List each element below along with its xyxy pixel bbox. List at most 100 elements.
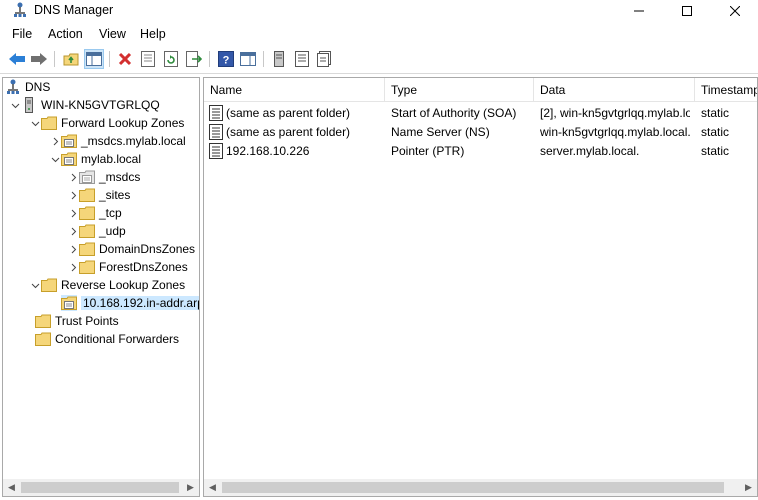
record-name: (same as parent folder) xyxy=(226,124,351,139)
tree-item-forward-lookup-zones[interactable]: Forward Lookup Zones xyxy=(29,114,184,132)
console-tree: DNS WIN-KN5GVTGRLQQ Forward Lookup Zones… xyxy=(2,77,200,497)
folder-icon xyxy=(79,205,95,221)
record-timestamp: static xyxy=(701,124,730,139)
up-folder-icon[interactable] xyxy=(61,49,81,69)
chevron-right-icon[interactable] xyxy=(67,186,79,204)
chevron-right-icon[interactable] xyxy=(67,204,79,222)
chevron-right-icon[interactable] xyxy=(49,132,61,150)
export-list-icon[interactable] xyxy=(184,49,204,69)
tree-label: _tcp xyxy=(99,206,122,220)
tree-label: ForestDnsZones xyxy=(99,260,188,274)
menu-file[interactable]: File xyxy=(12,27,32,41)
tree-item-mylab-local[interactable]: mylab.local xyxy=(49,150,141,168)
table-row[interactable]: (same as parent folder) Name Server (NS)… xyxy=(204,122,757,141)
tree-item-udp[interactable]: _udp xyxy=(67,222,126,240)
tree-item-tcp[interactable]: _tcp xyxy=(67,204,122,222)
column-header-type[interactable]: Type xyxy=(385,78,534,102)
record-timestamp: static xyxy=(701,105,730,120)
scrollbar-thumb[interactable] xyxy=(222,482,724,493)
tree-item-reverse-zone[interactable]: 10.168.192.in-addr.arpa xyxy=(49,294,199,312)
chevron-right-icon[interactable] xyxy=(67,222,79,240)
record-type: Name Server (NS) xyxy=(391,124,490,139)
chevron-right-icon[interactable] xyxy=(67,240,79,258)
tree-label: DNS xyxy=(25,80,51,94)
scroll-left-icon[interactable]: ◀ xyxy=(3,479,20,496)
menu-bar: File Action View Help xyxy=(0,24,758,44)
menu-action[interactable]: Action xyxy=(48,27,83,41)
chevron-down-icon[interactable] xyxy=(29,114,41,132)
toolbar: ? xyxy=(0,46,758,74)
chevron-right-icon[interactable] xyxy=(67,258,79,276)
chevron-down-icon[interactable] xyxy=(29,276,41,294)
refresh-icon[interactable] xyxy=(161,49,181,69)
menu-view[interactable]: View xyxy=(99,27,126,41)
record-icon xyxy=(208,142,224,159)
tree-label: _sites xyxy=(99,188,131,202)
new-alias-icon[interactable] xyxy=(292,49,312,69)
tree-item-server[interactable]: WIN-KN5GVTGRLQQ xyxy=(9,96,160,114)
forward-icon[interactable] xyxy=(29,49,49,69)
table-row[interactable]: 192.168.10.226 Pointer (PTR) server.myla… xyxy=(204,141,757,160)
column-header-timestamp[interactable]: Timestamp xyxy=(695,78,757,102)
chevron-right-icon[interactable] xyxy=(67,168,79,186)
tree-label: _msdcs.mylab.local xyxy=(81,134,186,148)
chevron-down-icon[interactable] xyxy=(9,96,21,114)
folder-icon xyxy=(79,223,95,239)
delegated-folder-icon xyxy=(79,169,95,185)
tree-item-msdcs-zone[interactable]: _msdcs.mylab.local xyxy=(49,132,186,150)
new-host-icon[interactable] xyxy=(269,49,289,69)
tree-horizontal-scrollbar[interactable]: ◀ ▶ xyxy=(3,479,199,496)
scroll-left-icon[interactable]: ◀ xyxy=(204,479,221,496)
folder-icon xyxy=(41,277,57,293)
action-pane-icon[interactable] xyxy=(238,49,258,69)
tree-label: WIN-KN5GVTGRLQQ xyxy=(41,98,160,112)
zone-icon xyxy=(61,151,77,167)
dns-manager-icon xyxy=(13,2,27,18)
list-horizontal-scrollbar[interactable]: ◀ ▶ xyxy=(204,479,757,496)
tree-label: mylab.local xyxy=(81,152,142,166)
back-icon[interactable] xyxy=(7,49,27,69)
record-timestamp: static xyxy=(701,143,730,158)
scroll-right-icon[interactable]: ▶ xyxy=(740,479,757,496)
close-button[interactable] xyxy=(712,0,758,22)
tree-label: DomainDnsZones xyxy=(99,242,196,256)
show-hide-tree-icon[interactable] xyxy=(84,49,104,69)
zone-icon xyxy=(61,295,77,311)
record-type: Pointer (PTR) xyxy=(391,143,465,158)
tree-item-sites[interactable]: _sites xyxy=(67,186,130,204)
folder-icon xyxy=(35,313,51,329)
tree-label: 10.168.192.in-addr.arpa xyxy=(81,296,199,310)
chevron-down-icon[interactable] xyxy=(49,150,61,168)
properties-icon[interactable] xyxy=(138,49,158,69)
column-header-name[interactable]: Name xyxy=(204,78,385,102)
record-name: 192.168.10.226 xyxy=(226,143,310,158)
tree-item-forestdnszones[interactable]: ForestDnsZones xyxy=(67,258,188,276)
scrollbar-thumb[interactable] xyxy=(21,482,179,493)
maximize-button[interactable] xyxy=(664,0,710,22)
minimize-button[interactable] xyxy=(616,0,662,22)
folder-icon xyxy=(79,187,95,203)
delete-icon[interactable] xyxy=(115,49,135,69)
tree-item-conditional-forwarders[interactable]: Conditional Forwarders xyxy=(35,330,179,348)
new-mail-exchanger-icon[interactable] xyxy=(314,49,334,69)
folder-icon xyxy=(41,115,57,131)
tree-item-domaindnszones[interactable]: DomainDnsZones xyxy=(67,240,195,258)
table-row[interactable]: (same as parent folder) Start of Authori… xyxy=(204,103,757,122)
tree-item-dns[interactable]: DNS xyxy=(5,78,50,96)
menu-help[interactable]: Help xyxy=(140,27,166,41)
title-bar: DNS Manager xyxy=(0,0,758,22)
tree-label: _msdcs xyxy=(99,170,141,184)
help-icon[interactable]: ? xyxy=(216,49,236,69)
record-data: server.mylab.local. xyxy=(540,143,640,158)
server-icon xyxy=(21,97,37,113)
tree-label: Forward Lookup Zones xyxy=(61,116,185,130)
folder-icon xyxy=(35,331,51,347)
column-header: Name Type Data Timestamp xyxy=(204,78,757,102)
tree-item-reverse-lookup-zones[interactable]: Reverse Lookup Zones xyxy=(29,276,185,294)
folder-icon xyxy=(79,259,95,275)
column-header-data[interactable]: Data xyxy=(534,78,695,102)
tree-item-msdcs[interactable]: _msdcs xyxy=(67,168,140,186)
tree-label: Conditional Forwarders xyxy=(55,332,180,346)
scroll-right-icon[interactable]: ▶ xyxy=(182,479,199,496)
tree-item-trust-points[interactable]: Trust Points xyxy=(35,312,119,330)
